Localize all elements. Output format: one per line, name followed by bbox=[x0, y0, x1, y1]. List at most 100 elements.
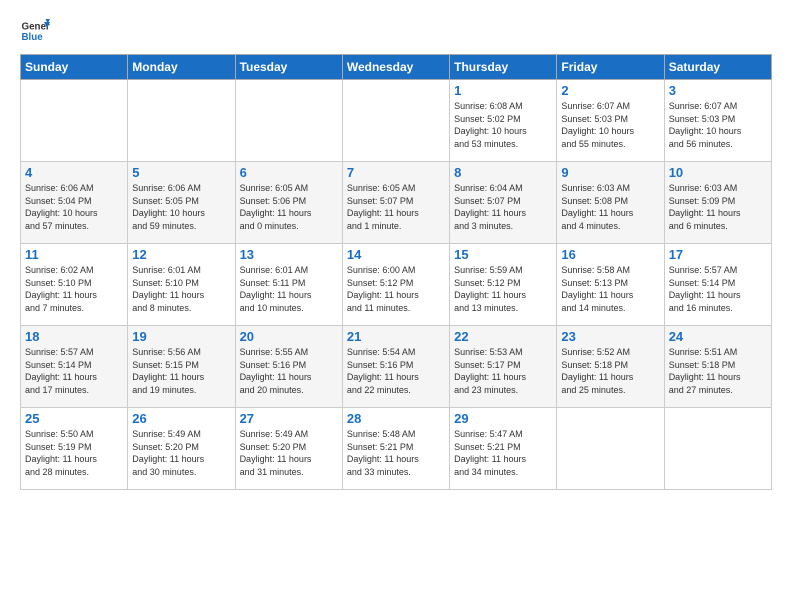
calendar-cell: 26 Sunrise: 5:49 AM Sunset: 5:20 PM Dayli… bbox=[128, 408, 235, 490]
calendar-cell: 24 Sunrise: 5:51 AM Sunset: 5:18 PM Dayli… bbox=[664, 326, 771, 408]
day-info: Sunrise: 6:05 AM Sunset: 5:06 PM Dayligh… bbox=[240, 182, 338, 232]
day-number: 2 bbox=[561, 83, 659, 98]
day-info: Sunrise: 6:01 AM Sunset: 5:10 PM Dayligh… bbox=[132, 264, 230, 314]
day-number: 7 bbox=[347, 165, 445, 180]
calendar-cell bbox=[557, 408, 664, 490]
weekday-header: Tuesday bbox=[235, 55, 342, 80]
day-number: 10 bbox=[669, 165, 767, 180]
calendar-cell: 2 Sunrise: 6:07 AM Sunset: 5:03 PM Daylig… bbox=[557, 80, 664, 162]
calendar-cell bbox=[235, 80, 342, 162]
day-info: Sunrise: 5:53 AM Sunset: 5:17 PM Dayligh… bbox=[454, 346, 552, 396]
calendar-cell: 21 Sunrise: 5:54 AM Sunset: 5:16 PM Dayli… bbox=[342, 326, 449, 408]
day-number: 9 bbox=[561, 165, 659, 180]
day-number: 29 bbox=[454, 411, 552, 426]
day-info: Sunrise: 5:49 AM Sunset: 5:20 PM Dayligh… bbox=[132, 428, 230, 478]
calendar-cell: 13 Sunrise: 6:01 AM Sunset: 5:11 PM Dayli… bbox=[235, 244, 342, 326]
calendar-cell: 1 Sunrise: 6:08 AM Sunset: 5:02 PM Daylig… bbox=[450, 80, 557, 162]
calendar-cell: 3Sunrise: 6:07 AM Sunset: 5:03 PM Daylig… bbox=[664, 80, 771, 162]
calendar-cell: 14 Sunrise: 6:00 AM Sunset: 5:12 PM Dayli… bbox=[342, 244, 449, 326]
day-info: Sunrise: 5:50 AM Sunset: 5:19 PM Dayligh… bbox=[25, 428, 123, 478]
calendar-cell: 28 Sunrise: 5:48 AM Sunset: 5:21 PM Dayli… bbox=[342, 408, 449, 490]
calendar-cell bbox=[664, 408, 771, 490]
day-number: 28 bbox=[347, 411, 445, 426]
day-number: 8 bbox=[454, 165, 552, 180]
calendar-cell bbox=[342, 80, 449, 162]
day-number: 5 bbox=[132, 165, 230, 180]
weekday-header: Friday bbox=[557, 55, 664, 80]
calendar-cell: 29 Sunrise: 5:47 AM Sunset: 5:21 PM Dayli… bbox=[450, 408, 557, 490]
day-number: 11 bbox=[25, 247, 123, 262]
calendar-week-row: 11 Sunrise: 6:02 AM Sunset: 5:10 PM Dayli… bbox=[21, 244, 772, 326]
day-info: Sunrise: 5:47 AM Sunset: 5:21 PM Dayligh… bbox=[454, 428, 552, 478]
day-number: 15 bbox=[454, 247, 552, 262]
calendar-cell: 15 Sunrise: 5:59 AM Sunset: 5:12 PM Dayli… bbox=[450, 244, 557, 326]
day-number: 14 bbox=[347, 247, 445, 262]
day-number: 18 bbox=[25, 329, 123, 344]
calendar-cell: 17 Sunrise: 5:57 AM Sunset: 5:14 PM Dayli… bbox=[664, 244, 771, 326]
day-info: Sunrise: 5:54 AM Sunset: 5:16 PM Dayligh… bbox=[347, 346, 445, 396]
day-info: Sunrise: 6:04 AM Sunset: 5:07 PM Dayligh… bbox=[454, 182, 552, 232]
logo: General Blue bbox=[20, 16, 54, 46]
calendar-cell: 18Sunrise: 5:57 AM Sunset: 5:14 PM Dayli… bbox=[21, 326, 128, 408]
day-number: 4 bbox=[25, 165, 123, 180]
calendar-cell: 11 Sunrise: 6:02 AM Sunset: 5:10 PM Dayli… bbox=[21, 244, 128, 326]
day-info: Sunrise: 6:06 AM Sunset: 5:05 PM Dayligh… bbox=[132, 182, 230, 232]
calendar-cell: 20 Sunrise: 5:55 AM Sunset: 5:16 PM Dayli… bbox=[235, 326, 342, 408]
calendar-cell: 23Sunrise: 5:52 AM Sunset: 5:18 PM Dayli… bbox=[557, 326, 664, 408]
weekday-header: Thursday bbox=[450, 55, 557, 80]
calendar-week-row: 18Sunrise: 5:57 AM Sunset: 5:14 PM Dayli… bbox=[21, 326, 772, 408]
day-info: Sunrise: 5:58 AM Sunset: 5:13 PM Dayligh… bbox=[561, 264, 659, 314]
calendar-cell: 19 Sunrise: 5:56 AM Sunset: 5:15 PM Dayli… bbox=[128, 326, 235, 408]
day-info: Sunrise: 5:59 AM Sunset: 5:12 PM Dayligh… bbox=[454, 264, 552, 314]
day-number: 17 bbox=[669, 247, 767, 262]
day-info: Sunrise: 5:51 AM Sunset: 5:18 PM Dayligh… bbox=[669, 346, 767, 396]
day-info: Sunrise: 6:02 AM Sunset: 5:10 PM Dayligh… bbox=[25, 264, 123, 314]
day-info: Sunrise: 5:48 AM Sunset: 5:21 PM Dayligh… bbox=[347, 428, 445, 478]
day-number: 27 bbox=[240, 411, 338, 426]
day-info: Sunrise: 6:08 AM Sunset: 5:02 PM Dayligh… bbox=[454, 100, 552, 150]
day-info: Sunrise: 5:52 AM Sunset: 5:18 PM Dayligh… bbox=[561, 346, 659, 396]
weekday-header: Wednesday bbox=[342, 55, 449, 80]
calendar-cell: 7 Sunrise: 6:05 AM Sunset: 5:07 PM Daylig… bbox=[342, 162, 449, 244]
calendar-cell: 6 Sunrise: 6:05 AM Sunset: 5:06 PM Daylig… bbox=[235, 162, 342, 244]
day-info: Sunrise: 5:49 AM Sunset: 5:20 PM Dayligh… bbox=[240, 428, 338, 478]
calendar-cell: 12 Sunrise: 6:01 AM Sunset: 5:10 PM Dayli… bbox=[128, 244, 235, 326]
day-number: 21 bbox=[347, 329, 445, 344]
svg-text:Blue: Blue bbox=[22, 32, 44, 43]
day-number: 6 bbox=[240, 165, 338, 180]
calendar-cell: 8 Sunrise: 6:04 AM Sunset: 5:07 PM Daylig… bbox=[450, 162, 557, 244]
calendar-cell: 5 Sunrise: 6:06 AM Sunset: 5:05 PM Daylig… bbox=[128, 162, 235, 244]
day-info: Sunrise: 6:07 AM Sunset: 5:03 PM Dayligh… bbox=[669, 100, 767, 150]
calendar-cell: 22 Sunrise: 5:53 AM Sunset: 5:17 PM Dayli… bbox=[450, 326, 557, 408]
calendar-week-row: 4 Sunrise: 6:06 AM Sunset: 5:04 PM Daylig… bbox=[21, 162, 772, 244]
day-info: Sunrise: 6:07 AM Sunset: 5:03 PM Dayligh… bbox=[561, 100, 659, 150]
logo-icon: General Blue bbox=[20, 16, 50, 46]
day-info: Sunrise: 6:01 AM Sunset: 5:11 PM Dayligh… bbox=[240, 264, 338, 314]
day-number: 19 bbox=[132, 329, 230, 344]
day-info: Sunrise: 5:57 AM Sunset: 5:14 PM Dayligh… bbox=[669, 264, 767, 314]
day-number: 26 bbox=[132, 411, 230, 426]
calendar-cell: 16Sunrise: 5:58 AM Sunset: 5:13 PM Dayli… bbox=[557, 244, 664, 326]
day-number: 13 bbox=[240, 247, 338, 262]
calendar-header-row: SundayMondayTuesdayWednesdayThursdayFrid… bbox=[21, 55, 772, 80]
weekday-header: Saturday bbox=[664, 55, 771, 80]
calendar-week-row: 1 Sunrise: 6:08 AM Sunset: 5:02 PM Daylig… bbox=[21, 80, 772, 162]
day-number: 24 bbox=[669, 329, 767, 344]
weekday-header: Sunday bbox=[21, 55, 128, 80]
calendar-week-row: 25Sunrise: 5:50 AM Sunset: 5:19 PM Dayli… bbox=[21, 408, 772, 490]
day-info: Sunrise: 6:05 AM Sunset: 5:07 PM Dayligh… bbox=[347, 182, 445, 232]
day-info: Sunrise: 6:06 AM Sunset: 5:04 PM Dayligh… bbox=[25, 182, 123, 232]
day-number: 20 bbox=[240, 329, 338, 344]
calendar-cell bbox=[128, 80, 235, 162]
calendar-cell: 10Sunrise: 6:03 AM Sunset: 5:09 PM Dayli… bbox=[664, 162, 771, 244]
weekday-header: Monday bbox=[128, 55, 235, 80]
day-number: 22 bbox=[454, 329, 552, 344]
day-number: 12 bbox=[132, 247, 230, 262]
day-info: Sunrise: 6:00 AM Sunset: 5:12 PM Dayligh… bbox=[347, 264, 445, 314]
day-info: Sunrise: 5:56 AM Sunset: 5:15 PM Dayligh… bbox=[132, 346, 230, 396]
calendar-cell: 9Sunrise: 6:03 AM Sunset: 5:08 PM Daylig… bbox=[557, 162, 664, 244]
day-number: 1 bbox=[454, 83, 552, 98]
calendar-cell: 25Sunrise: 5:50 AM Sunset: 5:19 PM Dayli… bbox=[21, 408, 128, 490]
day-info: Sunrise: 5:55 AM Sunset: 5:16 PM Dayligh… bbox=[240, 346, 338, 396]
calendar-cell bbox=[21, 80, 128, 162]
